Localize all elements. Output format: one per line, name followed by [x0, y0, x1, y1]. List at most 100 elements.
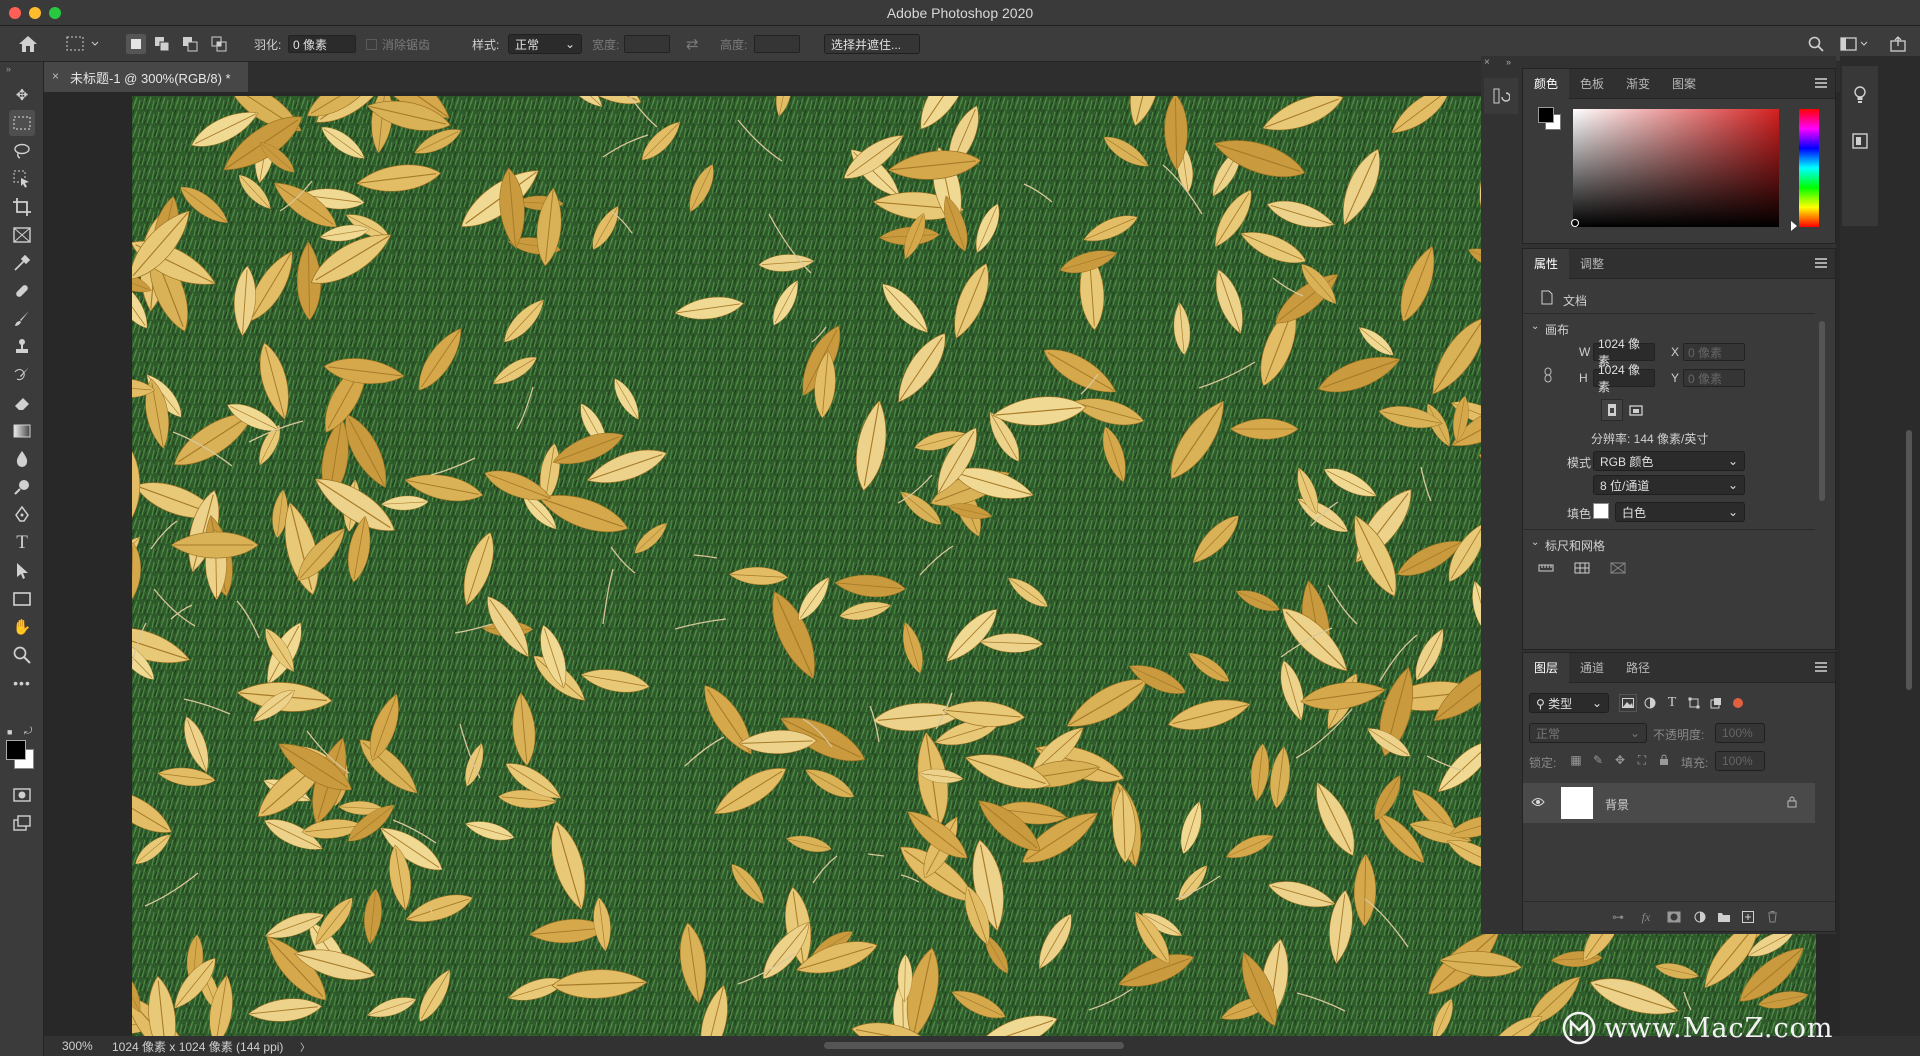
frame-tool[interactable] [9, 222, 35, 248]
clone-stamp-tool[interactable] [9, 334, 35, 360]
fill-opacity-input[interactable]: 100% [1715, 751, 1765, 771]
opacity-input[interactable]: 100% [1715, 723, 1765, 743]
hand-tool[interactable]: ✋ [9, 614, 35, 640]
swap-colors-icon[interactable]: ⤾ [24, 726, 32, 737]
new-layer-button[interactable] [1739, 908, 1757, 926]
dodge-tool[interactable] [9, 474, 35, 500]
intersect-selection-button[interactable] [211, 26, 227, 62]
rulers-grids-section-title[interactable]: 标尺和网格 [1545, 537, 1605, 554]
new-adjustment-layer-button[interactable] [1691, 908, 1709, 926]
layers-panel-menu-icon[interactable] [1815, 662, 1827, 672]
type-tool[interactable]: T [9, 530, 35, 556]
filter-adjustment-button[interactable] [1641, 694, 1659, 712]
color-picker-handle[interactable] [1571, 219, 1579, 227]
landscape-orientation-button[interactable] [1625, 399, 1647, 421]
default-colors-icon[interactable]: ■ [7, 727, 12, 737]
blend-mode-select[interactable]: 正常 ⌄ [1529, 723, 1647, 743]
new-selection-button[interactable] [126, 26, 146, 62]
filter-smart-object-button[interactable] [1707, 694, 1725, 712]
crop-tool[interactable] [9, 194, 35, 220]
layer-filter-select[interactable]: ⚲ 类型 ⌄ [1529, 693, 1609, 713]
document-tab[interactable]: × 未标题-1 @ 300%(RGB/8) * [44, 62, 248, 92]
canvas-height-input[interactable]: 1024 像素 [1593, 363, 1655, 394]
lock-position-button[interactable]: ✥ [1611, 751, 1629, 769]
layer-name[interactable]: 背景 [1605, 796, 1629, 813]
properties-scrollbar[interactable] [1819, 321, 1825, 501]
marquee-preset-picker[interactable] [66, 26, 100, 62]
delete-layer-button[interactable] [1763, 908, 1781, 926]
select-and-mask-button[interactable]: 选择并遮住... [824, 34, 920, 54]
expand-tools-icon[interactable]: » [6, 64, 11, 74]
canvas-width-input[interactable]: 1024 像素 [1593, 337, 1655, 368]
subtract-selection-button[interactable] [182, 26, 198, 62]
zoom-level[interactable]: 300% [62, 1039, 93, 1053]
vertical-scrollbar[interactable] [1906, 430, 1912, 690]
guides-button[interactable] [1609, 559, 1627, 577]
grid-button[interactable] [1573, 559, 1591, 577]
color-field[interactable] [1573, 109, 1779, 227]
object-selection-tool[interactable] [9, 166, 35, 192]
panel-foreground-swatch[interactable] [1538, 107, 1554, 123]
antialias-checkbox[interactable]: 消除锯齿 [366, 26, 430, 62]
tab-paths[interactable]: 路径 [1615, 653, 1661, 683]
ruler-button[interactable] [1537, 559, 1555, 577]
status-menu-arrow[interactable]: 〉 [300, 1039, 310, 1054]
tab-layers[interactable]: 图层 [1523, 652, 1570, 683]
canvas-section-title[interactable]: 画布 [1545, 321, 1569, 338]
canvas-x-input[interactable]: 0 像素 [1683, 343, 1745, 361]
add-to-selection-button[interactable] [154, 26, 170, 62]
learn-button[interactable] [1851, 86, 1869, 104]
filter-pixel-button[interactable] [1619, 694, 1637, 712]
add-mask-button[interactable] [1665, 908, 1683, 926]
bit-depth-select[interactable]: 8 位/通道 ⌄ [1593, 475, 1745, 495]
new-group-button[interactable] [1715, 908, 1733, 926]
gradient-tool[interactable] [9, 418, 35, 444]
link-layers-button[interactable]: ⊶ [1609, 908, 1627, 926]
width-input[interactable] [624, 35, 670, 53]
properties-panel-menu-icon[interactable] [1815, 258, 1827, 268]
lasso-tool[interactable] [9, 138, 35, 164]
move-tool[interactable]: ✥ [9, 82, 35, 108]
fill-select[interactable]: 白色 ⌄ [1615, 502, 1745, 522]
rectangle-tool[interactable] [9, 586, 35, 612]
eraser-tool[interactable] [9, 390, 35, 416]
filter-toggle-icon[interactable] [1733, 698, 1743, 708]
history-brush-tool[interactable] [9, 362, 35, 388]
zoom-tool[interactable] [9, 642, 35, 668]
tab-gradients[interactable]: 渐变 [1615, 69, 1661, 99]
hue-slider[interactable] [1799, 109, 1819, 227]
link-icon[interactable] [1543, 367, 1553, 383]
eye-icon[interactable] [1531, 797, 1545, 807]
height-input[interactable] [754, 35, 800, 53]
lock-transparent-button[interactable]: ▦ [1567, 751, 1585, 769]
collapse-dock-icon[interactable]: » [1506, 57, 1511, 67]
home-button[interactable] [18, 26, 38, 62]
lock-all-button[interactable] [1655, 751, 1673, 769]
close-tab-icon[interactable]: × [52, 69, 59, 83]
close-dock-icon[interactable]: × [1484, 57, 1490, 68]
fill-color-swatch[interactable] [1593, 503, 1609, 519]
path-selection-tool[interactable] [9, 558, 35, 584]
chevron-down-icon[interactable]: ⌄ [1531, 321, 1539, 332]
blur-tool[interactable] [9, 446, 35, 472]
layer-row[interactable]: 背景 [1523, 783, 1815, 823]
lock-artboard-button[interactable]: ⛶ [1633, 751, 1651, 769]
screen-mode-button[interactable] [9, 810, 35, 836]
healing-brush-tool[interactable] [9, 278, 35, 304]
layer-style-button[interactable]: fx [1637, 908, 1655, 926]
portrait-orientation-button[interactable] [1601, 399, 1623, 421]
pen-tool[interactable] [9, 502, 35, 528]
filter-shape-button[interactable] [1685, 694, 1703, 712]
style-select[interactable]: 正常 ⌄ [508, 34, 582, 54]
tab-adjustments[interactable]: 调整 [1569, 249, 1615, 279]
foreground-color-swatch[interactable] [6, 740, 26, 760]
tab-color[interactable]: 颜色 [1523, 68, 1570, 99]
libraries-button[interactable] [1851, 132, 1869, 150]
swap-dimensions-icon[interactable]: ⇄ [686, 26, 699, 62]
edit-toolbar-button[interactable]: ••• [9, 670, 35, 696]
quick-mask-button[interactable] [9, 782, 35, 808]
rectangular-marquee-tool[interactable] [9, 110, 35, 136]
chevron-down-icon[interactable]: ⌄ [1531, 537, 1539, 548]
color-mode-select[interactable]: RGB 颜色 ⌄ [1593, 451, 1745, 471]
tab-properties[interactable]: 属性 [1523, 248, 1570, 279]
